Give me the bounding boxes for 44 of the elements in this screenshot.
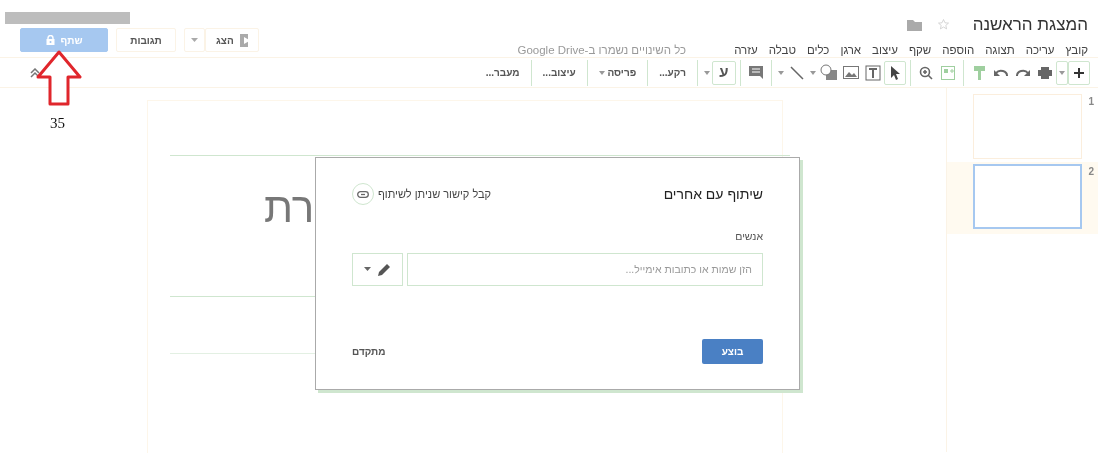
slide-number: 2 — [1088, 165, 1094, 179]
dialog-title: שיתוף עם אחרים — [663, 184, 763, 204]
plus-icon — [1074, 67, 1084, 78]
toolbar-button[interactable]: פריסה — [591, 64, 644, 81]
people-label: אנשים — [735, 229, 763, 244]
link-icon — [357, 190, 369, 198]
arrow-annotation — [36, 50, 82, 106]
comments-button[interactable]: תגובות — [116, 28, 176, 52]
advanced-link[interactable]: מתקדם — [352, 343, 386, 359]
menu-item[interactable]: עיצוב — [872, 41, 898, 59]
slide-thumbnail[interactable] — [973, 164, 1083, 229]
menu-item[interactable]: כלים — [806, 41, 830, 59]
pencil-icon — [376, 261, 392, 277]
menu-item[interactable]: תצוגה — [985, 41, 1015, 59]
menu-item[interactable]: הוספה — [942, 41, 975, 59]
slide-title-text: רת — [264, 187, 315, 229]
folder-icon[interactable] — [906, 18, 922, 31]
annotation-label: 35 — [50, 114, 65, 133]
caret-icon — [598, 71, 605, 76]
menu-item[interactable]: עריכה — [1025, 41, 1055, 59]
caret-icon — [363, 267, 371, 272]
toolbar-button[interactable]: עיצוב... — [535, 64, 583, 81]
email-field[interactable]: הזן שמות או כתובות אימייל... — [407, 252, 763, 286]
menu-item[interactable]: ארגן — [840, 41, 862, 59]
input-tools-button[interactable]: ע — [712, 60, 736, 85]
lock-icon — [45, 35, 55, 45]
star-icon[interactable] — [937, 19, 949, 31]
toolbar-button[interactable]: מעבר... — [478, 64, 527, 81]
present-button[interactable]: הצג — [205, 28, 259, 52]
slide-thumbnail-row[interactable]: 1 — [947, 92, 1098, 162]
permission-dropdown[interactable] — [352, 252, 403, 286]
menu-item[interactable]: טבלה — [768, 41, 796, 59]
slide-number: 1 — [1088, 95, 1094, 109]
done-button[interactable]: בוצע — [702, 338, 763, 364]
document-title[interactable]: המצגת הראשנה — [972, 12, 1088, 38]
caret-icon — [191, 38, 198, 42]
menu-item[interactable]: עזרה — [734, 41, 758, 59]
menu-item[interactable]: קובץ — [1065, 41, 1088, 59]
save-status: כל השינויים נשמרו ב-Google Drive — [517, 42, 687, 58]
shareable-link[interactable]: קבל קישור שניתן לשיתוף — [352, 183, 492, 205]
pointer-icon[interactable] — [884, 60, 906, 85]
new-slide-button[interactable] — [1068, 60, 1090, 85]
menu-item[interactable]: שקף — [908, 41, 932, 59]
toolbar-button[interactable]: רקע... — [652, 64, 693, 81]
